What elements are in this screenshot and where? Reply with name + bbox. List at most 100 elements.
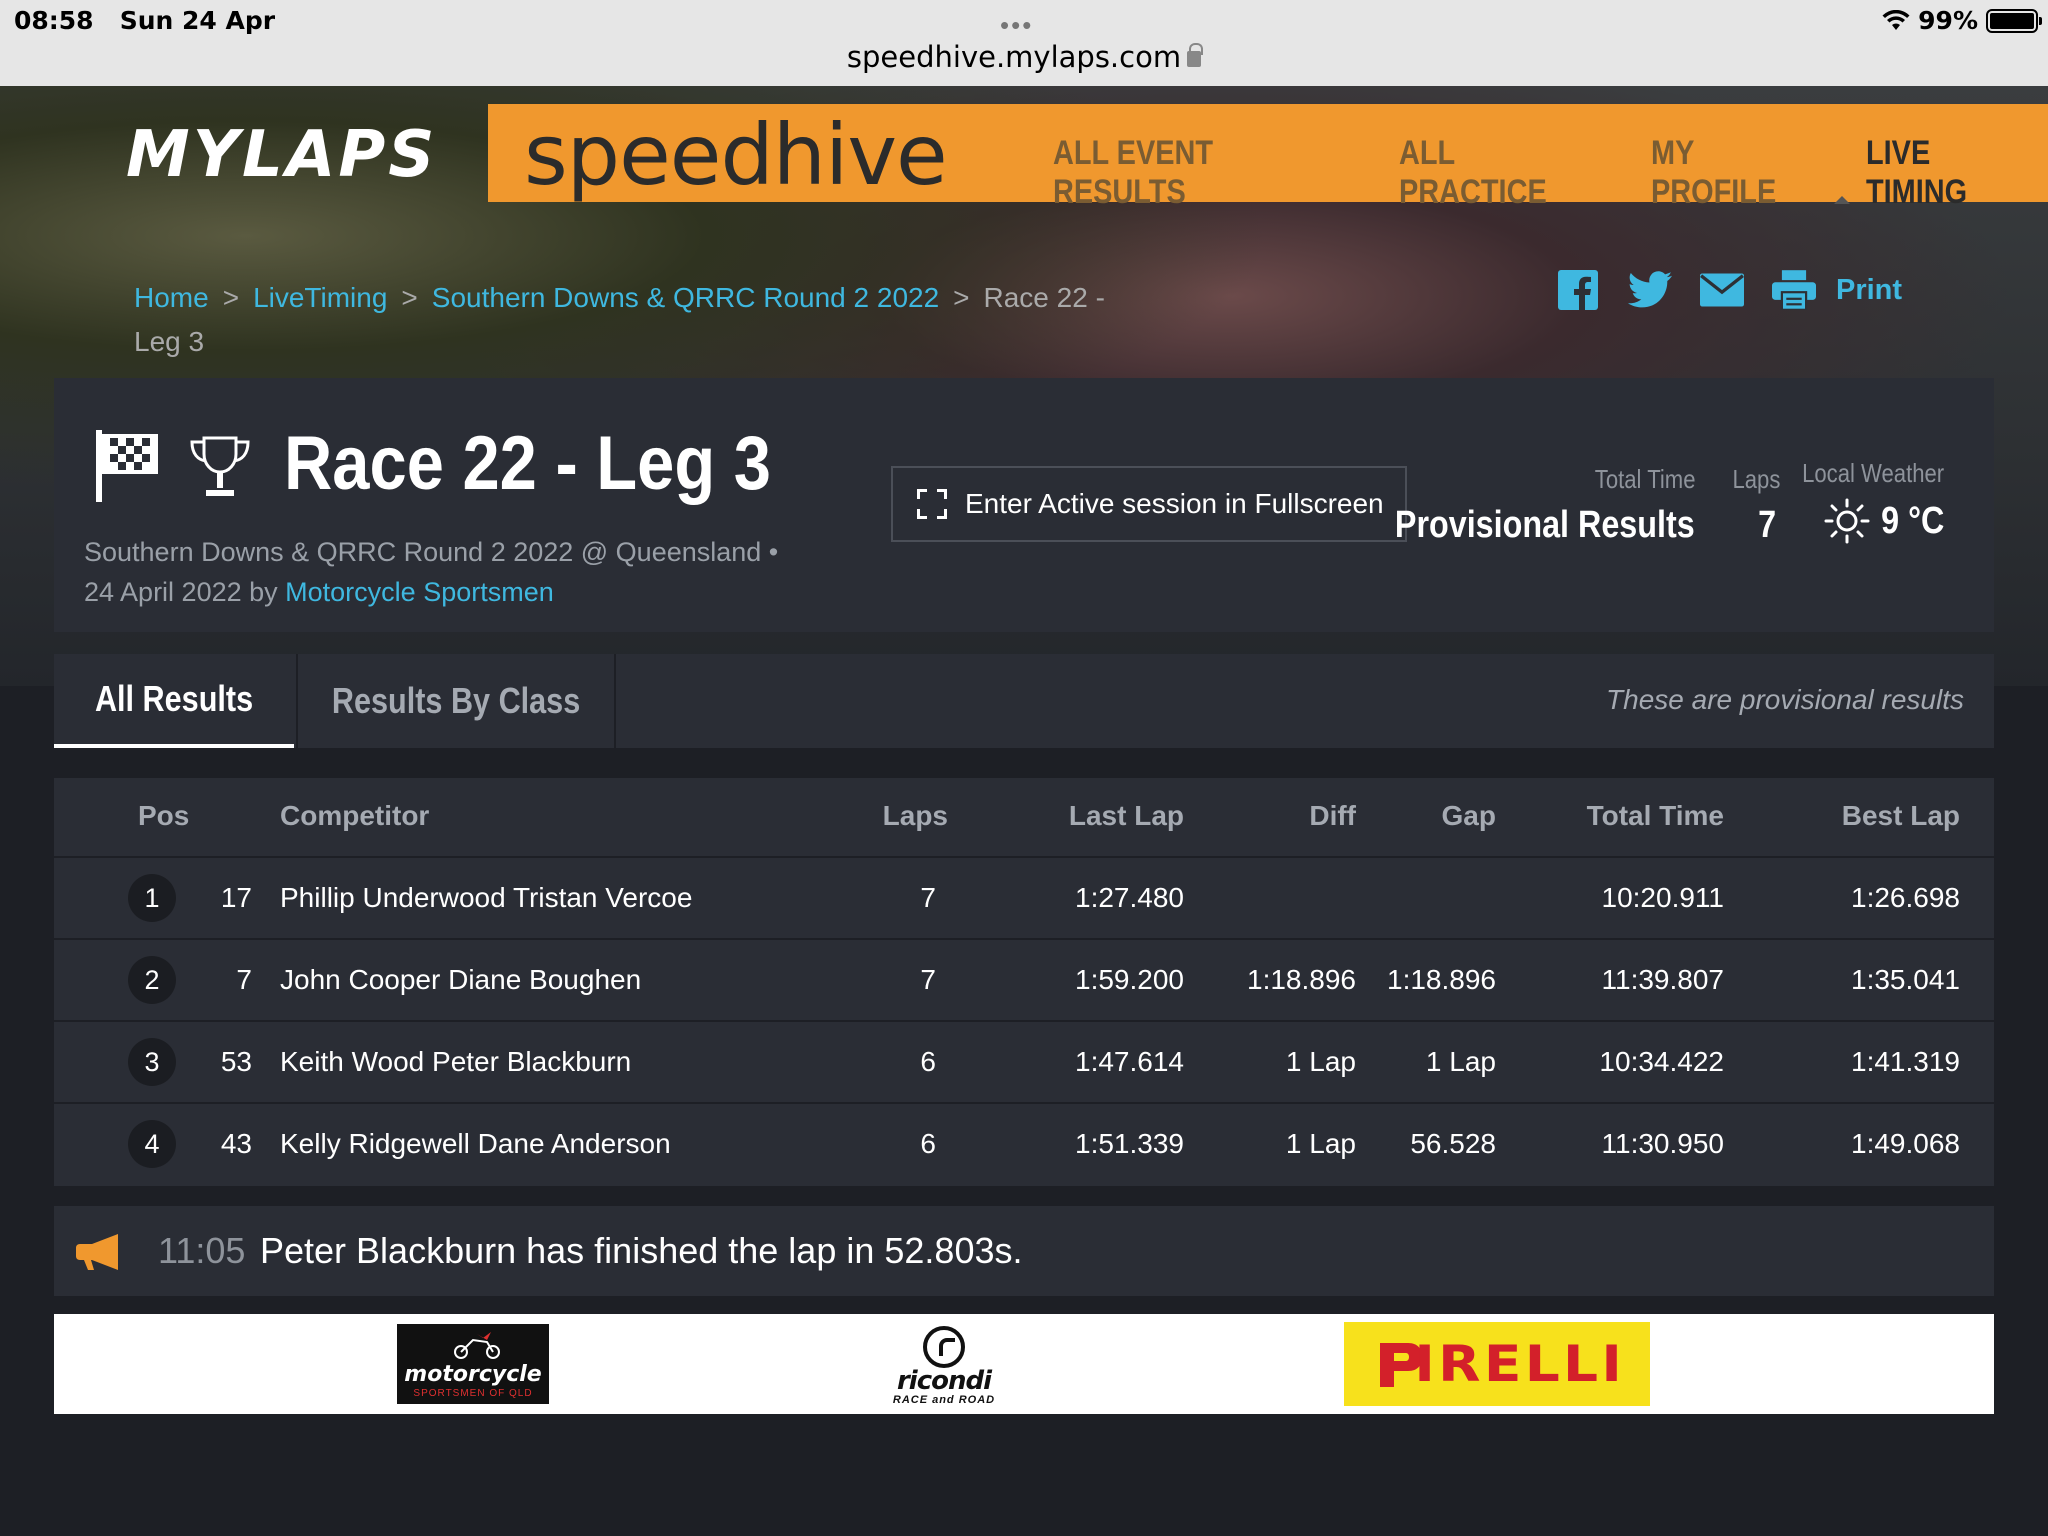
competitor-number: 43: [220, 1128, 252, 1159]
sponsor-motorcycle-sub: SPORTSMEN OF QLD: [413, 1388, 533, 1399]
breadcrumb-livetiming[interactable]: LiveTiming: [253, 282, 387, 313]
twitter-icon[interactable]: [1628, 270, 1672, 310]
tab-results-by-class-label: Results By Class: [331, 680, 581, 721]
col-last-lap[interactable]: Last Lap: [1069, 800, 1184, 832]
position-badge: 1: [128, 874, 176, 922]
live-ticker: 11:05 Peter Blackburn has finished the l…: [54, 1206, 1994, 1296]
email-icon[interactable]: [1700, 270, 1744, 310]
diff-cell: 1 Lap: [1285, 1046, 1356, 1077]
tab-all-results-label: All Results: [94, 678, 254, 719]
sponsor-ricondi-name: ricondi: [896, 1366, 992, 1396]
print-icon[interactable]: [1772, 270, 1816, 310]
fullscreen-button[interactable]: Enter Active session in Fullscreen: [891, 466, 1407, 542]
status-date: Sun 24 Apr: [119, 6, 276, 35]
competitor-name[interactable]: Kelly Ridgewell Dane Anderson: [280, 1128, 671, 1160]
table-row[interactable]: 2 7 John Cooper Diane Boughen 7 1:59.200…: [54, 940, 1994, 1022]
laps-value: 7: [1758, 504, 1776, 546]
col-gap[interactable]: Gap: [1442, 800, 1496, 832]
sponsor-ricondi-logo[interactable]: ricondi RACE and ROAD: [874, 1326, 1014, 1406]
print-link[interactable]: Print: [1836, 274, 1902, 307]
sponsor-pirelli-logo[interactable]: IRELLI: [1344, 1322, 1650, 1406]
ticker-message: Peter Blackburn has finished the lap in …: [260, 1230, 1023, 1271]
main-nav: ALL EVENT RESULTS ALL PRACTICE MY PROFIL…: [1053, 134, 2048, 212]
table-row[interactable]: 4 43 Kelly Ridgewell Dane Anderson 6 1:5…: [54, 1104, 1994, 1186]
breadcrumb: Home > LiveTiming > Southern Downs & QRRC Ro…: [134, 276, 1134, 364]
share-bar: Print: [1556, 270, 1902, 310]
checkered-flag-icon: [96, 430, 158, 502]
last-lap-cell: 1:27.480: [1075, 882, 1184, 913]
trophy-icon: [190, 436, 250, 496]
tab-results-by-class[interactable]: Results By Class: [296, 654, 616, 748]
diff-cell: 1:18.896: [1247, 964, 1356, 995]
weather-label: Local Weather: [1801, 458, 1944, 488]
status-time: 08:58: [14, 6, 94, 35]
breadcrumb-event[interactable]: Southern Downs & QRRC Round 2 2022: [432, 282, 939, 313]
url-bar[interactable]: speedhive.mylaps.com: [0, 40, 2048, 74]
laps-cell: 7: [920, 964, 936, 995]
competitor-number: 53: [220, 1046, 252, 1077]
laps-cell: 7: [920, 882, 936, 913]
laps-cell: 6: [920, 1046, 936, 1077]
sponsor-bar: motorcycle SPORTSMEN OF QLD ricondi RACE…: [54, 1314, 1994, 1414]
table-row[interactable]: 3 53 Keith Wood Peter Blackburn 6 1:47.6…: [54, 1022, 1994, 1104]
sponsor-ricondi-sub: RACE and ROAD: [892, 1394, 996, 1406]
last-lap-cell: 1:47.614: [1075, 1046, 1184, 1077]
competitor-name[interactable]: John Cooper Diane Boughen: [280, 964, 641, 996]
session-header: Race 22 - Leg 3 Southern Downs & QRRC Ro…: [54, 378, 1994, 632]
total-time-value: Provisional Results: [1395, 504, 1695, 546]
col-pos[interactable]: Pos: [138, 800, 189, 832]
col-total-time[interactable]: Total Time: [1587, 800, 1724, 832]
nav-my-profile[interactable]: MY PROFILE: [1651, 134, 1808, 212]
total-time-cell: 11:39.807: [1601, 964, 1725, 995]
facebook-icon[interactable]: [1556, 270, 1600, 310]
browser-status-bar: 08:58 Sun 24 Apr ••• speedhive.mylaps.co…: [0, 0, 2048, 86]
col-laps[interactable]: Laps: [883, 800, 948, 832]
ricondi-mark-icon: [923, 1326, 965, 1368]
chevron-right-icon: >: [953, 282, 970, 313]
total-time-label: Total Time: [1594, 464, 1695, 494]
laps-label: Laps: [1732, 464, 1780, 494]
results-table: Pos Competitor Laps Last Lap Diff Gap To…: [54, 778, 1994, 1186]
col-competitor[interactable]: Competitor: [280, 800, 429, 832]
status-time-date: 08:58 Sun 24 Apr: [14, 6, 275, 35]
diff-cell: 1 Lap: [1285, 1128, 1356, 1159]
speedhive-logo[interactable]: speedhive: [524, 106, 948, 204]
col-diff[interactable]: Diff: [1309, 800, 1356, 832]
mylaps-logo[interactable]: MYLAPS: [126, 118, 437, 192]
nav-all-practice[interactable]: ALL PRACTICE: [1399, 134, 1588, 212]
position-badge: 2: [128, 956, 176, 1004]
laps-cell: 6: [920, 1128, 936, 1159]
ticker-time: 11:05: [158, 1230, 246, 1271]
active-nav-indicator: [1834, 196, 1850, 204]
weather-value: 9 °C: [1880, 500, 1944, 542]
gap-cell: 56.528: [1410, 1128, 1496, 1159]
session-title: Race 22 - Leg 3: [284, 421, 771, 506]
gap-cell: 1:18.896: [1387, 964, 1496, 995]
last-lap-cell: 1:59.200: [1075, 964, 1184, 995]
nav-all-event-results[interactable]: ALL EVENT RESULTS: [1053, 134, 1322, 212]
sponsor-motorcycle-name: motorcycle: [404, 1362, 542, 1387]
chevron-right-icon: >: [401, 282, 418, 313]
wifi-icon: [1882, 9, 1910, 30]
results-tabs: All Results Results By Class These are p…: [54, 654, 1994, 748]
more-dots-icon[interactable]: •••: [1000, 10, 1033, 41]
position-badge: 3: [128, 1038, 176, 1086]
chevron-right-icon: >: [222, 282, 240, 313]
organizer-link[interactable]: Motorcycle Sportsmen: [285, 577, 554, 607]
competitor-name[interactable]: Phillip Underwood Tristan Vercoe: [280, 882, 692, 914]
session-event-location: Southern Downs & QRRC Round 2 2022 @ Que…: [84, 537, 779, 567]
breadcrumb-home[interactable]: Home: [134, 282, 209, 313]
best-lap-cell: 1:35.041: [1851, 964, 1960, 995]
url-text: speedhive.mylaps.com: [846, 40, 1182, 74]
nav-live-timing[interactable]: LIVE TIMING: [1866, 134, 2021, 212]
table-row[interactable]: 1 17 Phillip Underwood Tristan Vercoe 7 …: [54, 858, 1994, 940]
col-best-lap[interactable]: Best Lap: [1842, 800, 1960, 832]
tab-all-results[interactable]: All Results: [54, 654, 294, 748]
competitor-name[interactable]: Keith Wood Peter Blackburn: [280, 1046, 631, 1078]
total-time-cell: 10:34.422: [1599, 1046, 1724, 1077]
sponsor-motorcycle-sportsmen-logo[interactable]: motorcycle SPORTSMEN OF QLD: [397, 1324, 549, 1404]
position-badge: 4: [128, 1120, 176, 1168]
session-subtitle: Southern Downs & QRRC Round 2 2022 @ Que…: [84, 532, 864, 612]
megaphone-icon: [76, 1234, 118, 1270]
battery-percent: 99%: [1918, 6, 1978, 35]
